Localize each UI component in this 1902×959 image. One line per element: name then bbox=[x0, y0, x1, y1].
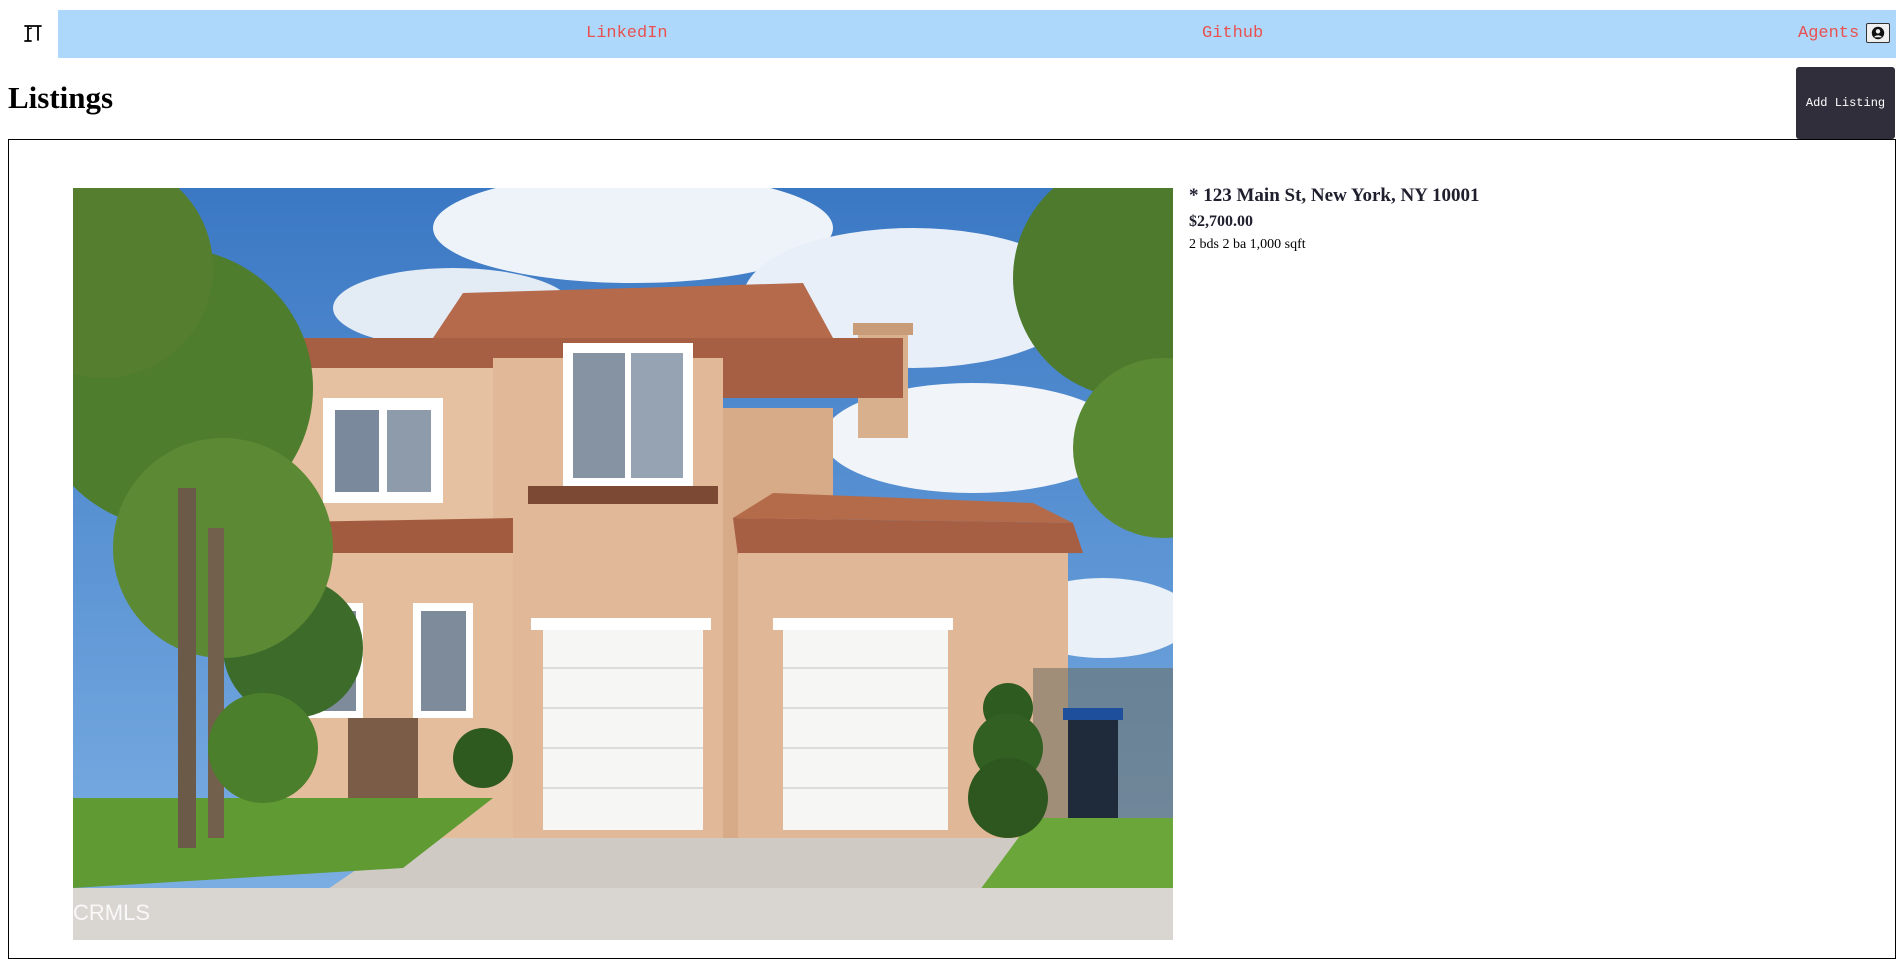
top-navbar: LinkedIn Github Agents bbox=[58, 10, 1896, 58]
house-photo-image: CRMLS bbox=[73, 188, 1173, 940]
listing-price: $2,700.00 bbox=[1189, 213, 1253, 230]
door-logo-icon bbox=[24, 25, 42, 42]
home-logo[interactable] bbox=[18, 18, 48, 48]
nav-link-linkedin[interactable]: LinkedIn bbox=[586, 10, 668, 58]
add-listing-button[interactable]: Add Listing bbox=[1796, 67, 1895, 139]
nav-link-github[interactable]: Github bbox=[1202, 10, 1263, 58]
nav-link-agents[interactable]: Agents bbox=[1798, 10, 1859, 58]
page-title: Listings bbox=[8, 80, 114, 115]
listing-details: 2 bds 2 ba 1,000 sqft bbox=[1189, 237, 1306, 252]
account-button[interactable] bbox=[1866, 23, 1890, 43]
photo-watermark: CRMLS bbox=[73, 900, 150, 925]
listing-card[interactable]: CRMLS * 123 Main St, New York, NY 10001 … bbox=[8, 139, 1896, 959]
listing-info: * 123 Main St, New York, NY 10001 $2,700… bbox=[1189, 185, 1479, 253]
listing-address[interactable]: * 123 Main St, New York, NY 10001 bbox=[1189, 185, 1479, 207]
user-circle-icon bbox=[1871, 26, 1885, 40]
listing-photo[interactable]: CRMLS bbox=[73, 188, 1173, 940]
